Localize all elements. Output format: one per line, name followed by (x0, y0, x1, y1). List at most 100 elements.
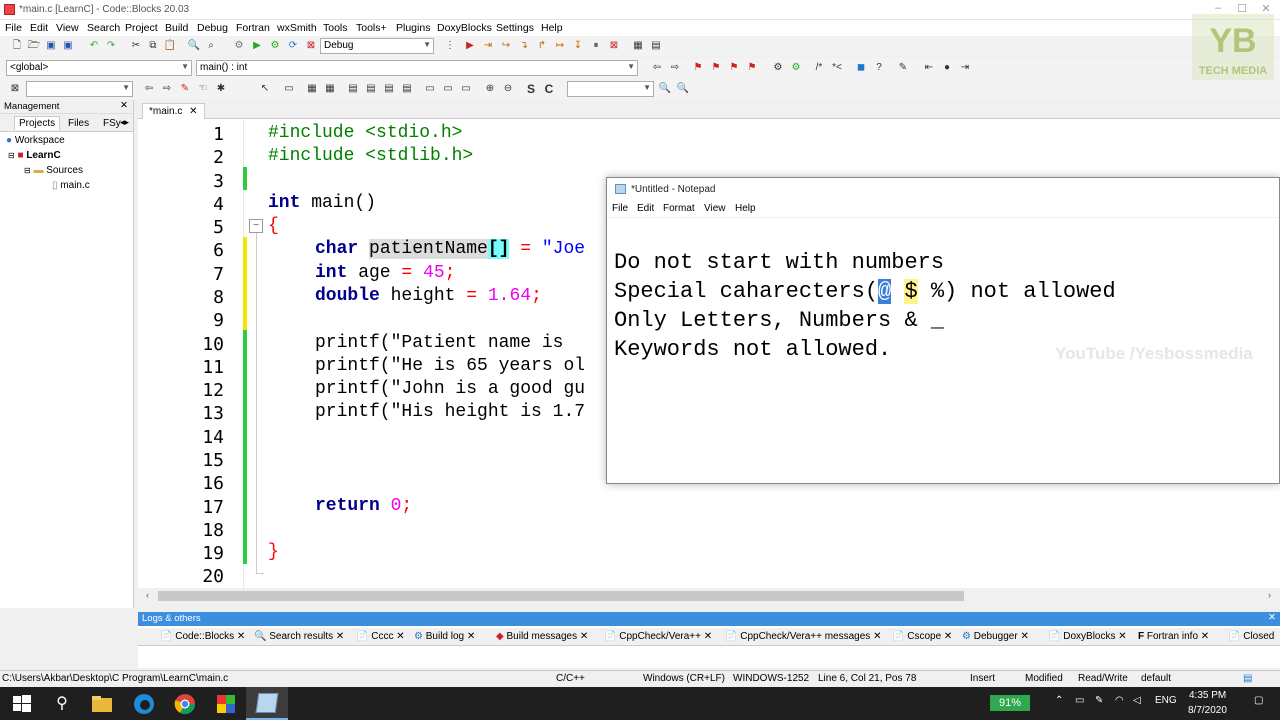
zoom-in-icon[interactable]: ⊕ (483, 82, 497, 96)
horizontal-scrollbar[interactable]: ‹ › (138, 588, 1280, 604)
tab-codeblocks-log[interactable]: 📄 Code::Blocks ✕ (160, 631, 245, 642)
save-all-icon[interactable]: ▣ (61, 39, 75, 53)
pencil-icon[interactable]: ✎ (178, 82, 192, 96)
jump-back-icon[interactable]: ⇦ (650, 61, 664, 75)
tab-cccc[interactable]: 📄 Cccc ✕ (356, 631, 405, 642)
shape1-icon[interactable]: ▭ (423, 82, 437, 96)
layout3-icon[interactable]: ▤ (382, 82, 396, 96)
pen-icon[interactable]: ✎ (1095, 695, 1103, 706)
menu-build[interactable]: Build (165, 22, 188, 34)
step-instruction-icon[interactable]: ↧ (571, 39, 585, 53)
scroll-right-icon[interactable]: › (1268, 590, 1271, 600)
chrome-browser-icon[interactable] (173, 692, 197, 716)
step-out-icon[interactable]: ↱ (535, 39, 549, 53)
function-select[interactable]: main() : int ▼ (196, 60, 638, 76)
tab-projects[interactable]: Projects (14, 116, 61, 130)
filter-combo[interactable]: ▼ (567, 81, 654, 97)
close-icon[interactable]: ✕ (189, 106, 197, 117)
code-refactor-icon[interactable]: ⚙ (771, 61, 785, 75)
code-completion-icon[interactable]: ⚙ (789, 61, 803, 75)
next-line-icon[interactable]: ↪ (499, 39, 513, 53)
forward-icon[interactable]: ⇨ (160, 82, 174, 96)
clock-date[interactable]: 8/7/2020 (1188, 705, 1227, 716)
debug-info-icon[interactable]: ▤ (649, 39, 663, 53)
jump-forward-icon[interactable]: ⇨ (668, 61, 682, 75)
menu-plugins[interactable]: Plugins (396, 22, 430, 34)
search-icon[interactable]: 🔍 (658, 82, 672, 96)
notepad-menu-view[interactable]: View (704, 203, 726, 214)
notepad-menu-help[interactable]: Help (735, 203, 756, 214)
network-icon[interactable]: ▭ (1075, 695, 1084, 706)
run-to-cursor-icon[interactable]: ⇥ (481, 39, 495, 53)
open-file-icon[interactable]: 🗁 (27, 39, 41, 53)
menu-wxsmith[interactable]: wxSmith (277, 22, 317, 34)
find-icon[interactable]: 🔍 (187, 39, 201, 53)
shape2-icon[interactable]: ▭ (441, 82, 455, 96)
help-icon[interactable]: ? (872, 61, 886, 75)
volume-icon[interactable]: ◁ (1133, 695, 1141, 706)
paste-icon[interactable]: 📋 (163, 39, 177, 53)
clock-time[interactable]: 4:35 PM (1189, 690, 1226, 701)
tab-fortran-info[interactable]: F Fortran info ✕ (1138, 631, 1209, 642)
search-combo[interactable]: ▼ (26, 81, 133, 97)
menu-edit[interactable]: Edit (30, 22, 48, 34)
scroll-left-icon[interactable]: ‹ (146, 590, 149, 600)
tab-closed[interactable]: 📄 Closed (1228, 631, 1274, 642)
tab-search-results[interactable]: 🔍 Search results ✕ (254, 631, 344, 642)
redo-icon[interactable]: ↷ (104, 39, 118, 53)
toggle-bookmark-icon[interactable]: ⚑ (691, 61, 705, 75)
run-icon[interactable]: ▶ (250, 39, 264, 53)
edge-browser-icon[interactable] (132, 692, 156, 716)
rect-icon[interactable]: ▭ (282, 82, 296, 96)
pause-icon[interactable]: ⏸ (589, 39, 603, 53)
battery-indicator[interactable]: 91% (990, 695, 1030, 711)
layout4-icon[interactable]: ▤ (400, 82, 414, 96)
menu-settings[interactable]: Settings (496, 22, 534, 34)
tab-doxyblocks[interactable]: 📄 DoxyBlocks ✕ (1048, 631, 1127, 642)
s-icon[interactable]: S (524, 82, 538, 96)
tab-files[interactable]: Files (64, 117, 93, 130)
build-gear-icon[interactable]: ⚙ (232, 39, 246, 53)
save-icon[interactable]: ▣ (44, 39, 58, 53)
notepad-taskbar-button[interactable] (246, 687, 288, 720)
wifi-icon[interactable]: ◠ (1115, 695, 1124, 706)
file-explorer-icon[interactable] (90, 692, 114, 716)
layout2-icon[interactable]: ▤ (364, 82, 378, 96)
rebuild-icon[interactable]: ⟳ (286, 39, 300, 53)
stop-debug-icon[interactable]: ⊠ (607, 39, 621, 53)
search-settings-icon[interactable]: 🔍 (676, 82, 690, 96)
delete-icon[interactable]: ⊠ (8, 82, 22, 96)
debug-windows-icon[interactable]: ▦ (631, 39, 645, 53)
tab-build-log[interactable]: ⚙ Build log ✕ (414, 631, 475, 642)
search-icon[interactable]: ⚲ (50, 692, 74, 716)
next-instruction-icon[interactable]: ↦ (553, 39, 567, 53)
tab-cppcheck-messages[interactable]: 📄 CppCheck/Vera++ messages ✕ (725, 631, 881, 642)
menu-doxyblocks[interactable]: DoxyBlocks (437, 22, 492, 34)
abort-icon[interactable]: ⊠ (304, 39, 318, 53)
grid-icon[interactable]: ▦ (305, 82, 319, 96)
scope-select[interactable]: <global> ▼ (6, 60, 192, 76)
menu-search[interactable]: Search (87, 22, 120, 34)
tree-workspace[interactable]: ● Workspace (6, 135, 65, 146)
tab-cppcheck[interactable]: 📄 CppCheck/Vera++ ✕ (604, 631, 712, 642)
menu-tools[interactable]: Tools (323, 22, 348, 34)
comment-icon[interactable]: /* (812, 61, 826, 75)
menu-debug[interactable]: Debug (197, 22, 228, 34)
star-icon[interactable]: ✱ (214, 82, 228, 96)
tree-file-main-c[interactable]: ▯ main.c (52, 180, 90, 191)
codeblocks-taskbar-icon[interactable] (214, 692, 238, 716)
shape3-icon[interactable]: ▭ (459, 82, 473, 96)
c-icon[interactable]: C (542, 82, 556, 96)
cut-icon[interactable]: ✂ (129, 39, 143, 53)
notepad-window[interactable]: *Untitled - Notepad File Edit Format Vie… (606, 177, 1280, 484)
copy-icon[interactable]: ⧉ (146, 39, 160, 53)
tab-scroll-icon[interactable]: ◂▸ (120, 117, 129, 128)
menu-fortran[interactable]: Fortran (236, 22, 270, 34)
highlight-icon[interactable]: ◼ (854, 61, 868, 75)
hand-icon[interactable]: ☜ (196, 82, 210, 96)
menu-view[interactable]: View (56, 22, 79, 34)
back-icon[interactable]: ⇦ (142, 82, 156, 96)
tree-project-learnc[interactable]: ⊟ ■ LearnC (8, 150, 61, 161)
clear-bookmarks-icon[interactable]: ⚑ (745, 61, 759, 75)
fold-icon[interactable]: − (249, 219, 263, 233)
